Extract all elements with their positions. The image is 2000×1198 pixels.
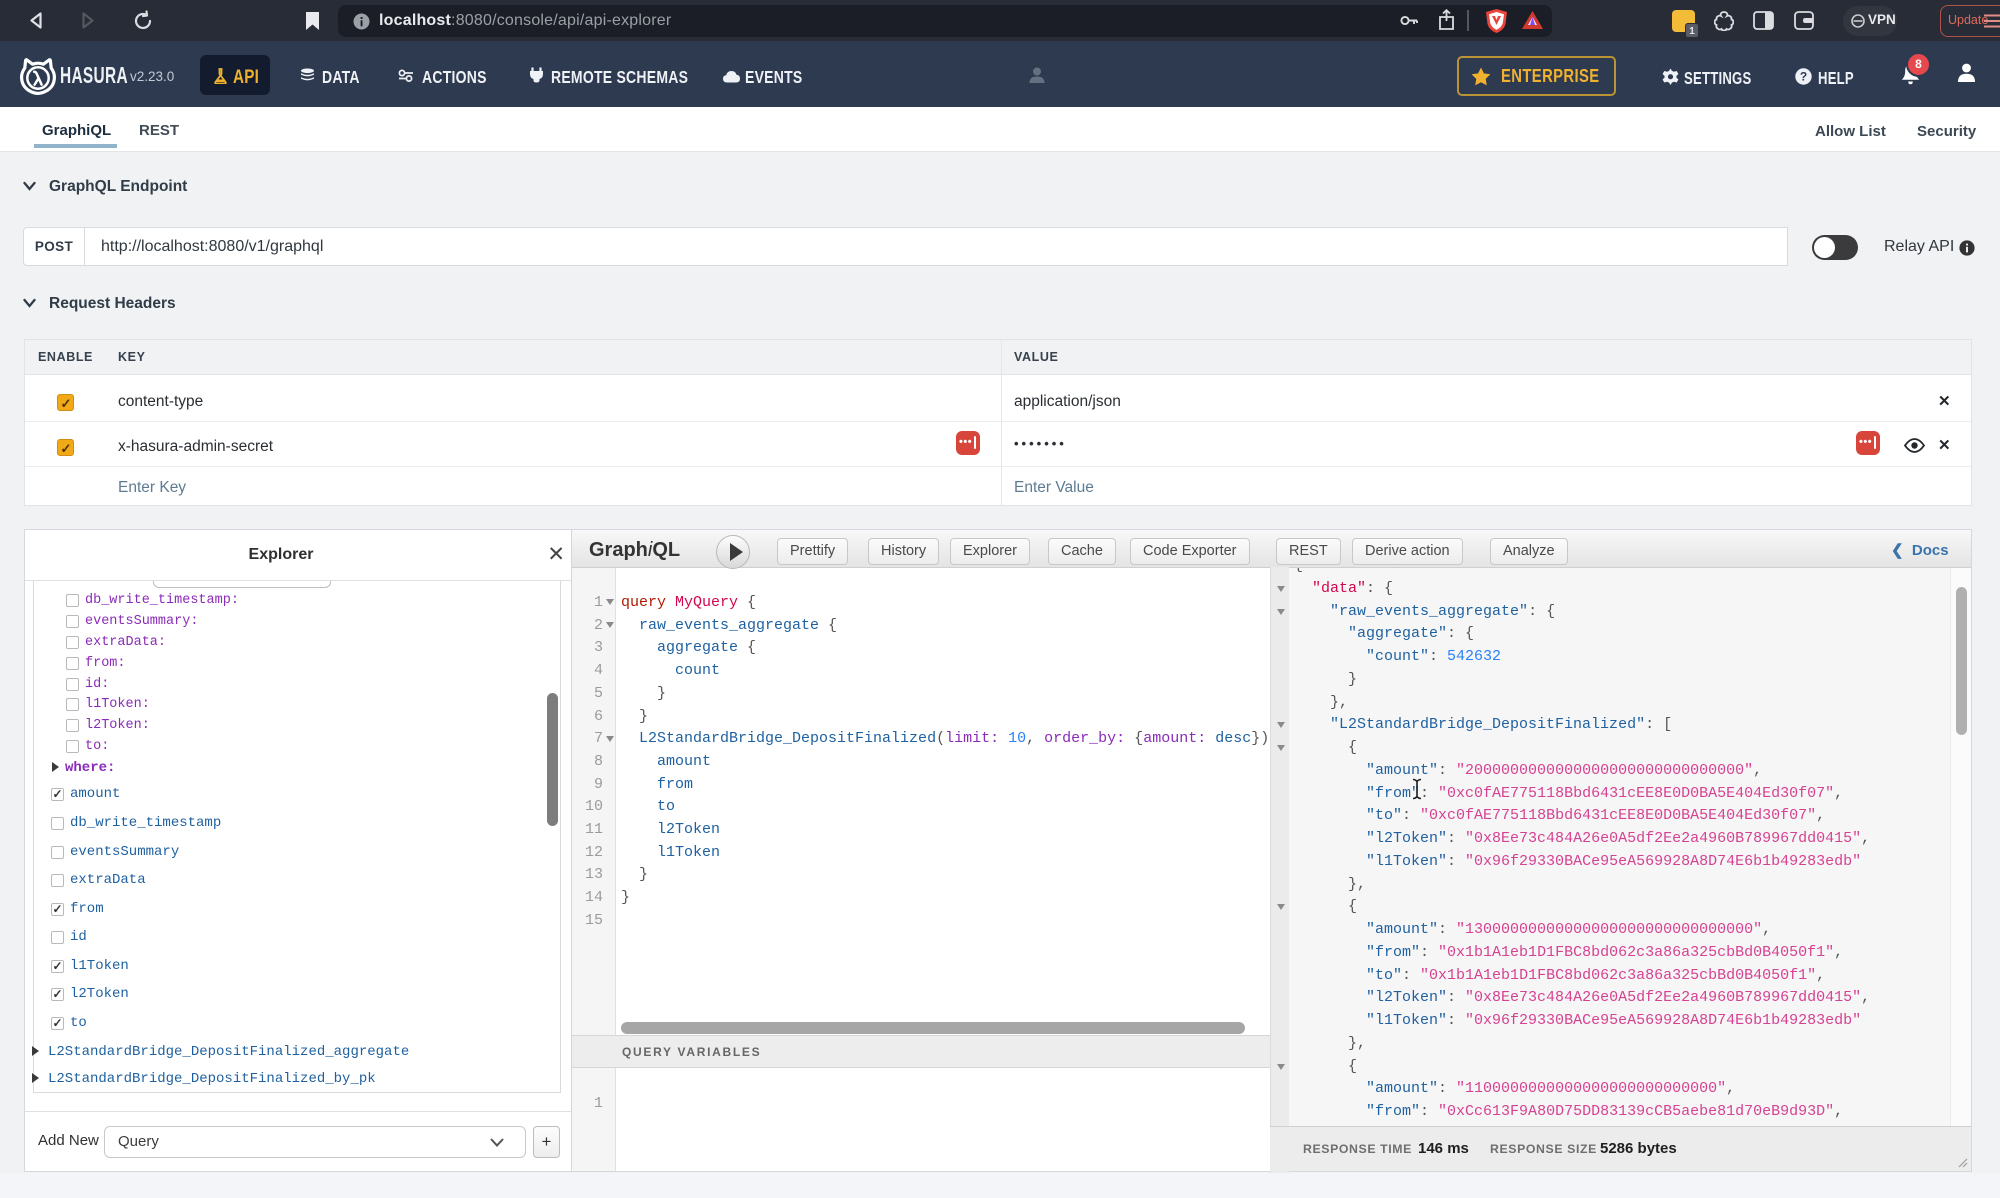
svg-text:?: ?: [1800, 70, 1807, 84]
